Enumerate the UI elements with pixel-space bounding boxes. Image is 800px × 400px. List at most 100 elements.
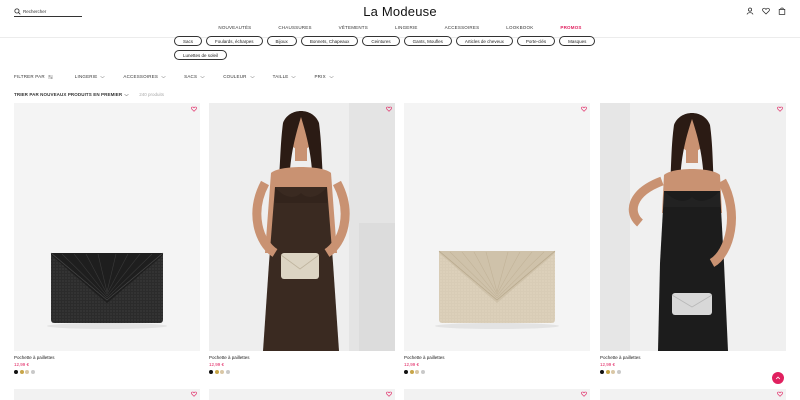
filter-prix[interactable]: PRIX xyxy=(314,74,334,79)
product-card[interactable]: Pochette à paillettes 12,99 € xyxy=(404,103,590,374)
nav-item-lingerie[interactable]: LINGERIE xyxy=(395,25,418,30)
chevron-down-icon xyxy=(249,75,255,78)
model-brown-dress-image xyxy=(209,103,395,351)
swatch-beige[interactable] xyxy=(220,370,224,374)
product-name[interactable]: Pochette à paillettes xyxy=(404,355,590,360)
add-to-wishlist-heart-icon[interactable] xyxy=(386,391,392,397)
product-name[interactable]: Pochette à paillettes xyxy=(600,355,786,360)
filter-lingerie[interactable]: LINGERIE xyxy=(75,74,106,79)
filter-bar: FILTRER PAR LINGERIE ACCESSOIRES SACS CO… xyxy=(14,74,352,79)
chip-bijoux[interactable]: Bijoux xyxy=(266,36,297,46)
chip-masques[interactable]: Masques xyxy=(559,36,596,46)
add-to-wishlist-heart-icon[interactable] xyxy=(777,391,783,397)
product-image-model-brown-dress[interactable] xyxy=(209,103,395,351)
add-to-wishlist-heart-icon[interactable] xyxy=(191,106,197,112)
chevron-down-icon xyxy=(161,75,166,78)
swatch-black[interactable] xyxy=(404,370,408,374)
gold-clutch-image xyxy=(435,250,559,329)
swatch-black[interactable] xyxy=(600,370,604,374)
swatch-beige[interactable] xyxy=(415,370,419,374)
scroll-to-top-button[interactable] xyxy=(772,372,784,384)
add-to-wishlist-heart-icon[interactable] xyxy=(191,391,197,397)
model-black-dress-image xyxy=(600,103,786,351)
product-card-partial[interactable] xyxy=(14,389,200,400)
nav-item-accessoires[interactable]: ACCESSOIRES xyxy=(445,25,480,30)
filter-sliders-icon xyxy=(47,74,53,79)
site-logo[interactable]: La Modeuse xyxy=(0,4,800,19)
product-count: 240 produits xyxy=(139,92,165,97)
product-card[interactable]: Pochette à paillettes 12,99 € xyxy=(209,103,395,374)
product-name[interactable]: Pochette à paillettes xyxy=(209,355,395,360)
filter-sacs-label: SACS xyxy=(184,74,198,79)
filter-lingerie-label: LINGERIE xyxy=(74,74,98,79)
nav-item-vetements[interactable]: VÊTEMENTS xyxy=(339,25,368,30)
chip-lunettes[interactable]: Lunettes de soleil xyxy=(174,50,228,60)
product-price: 12,99 € xyxy=(404,362,420,367)
filter-accessoires-label: ACCESSOIRES xyxy=(123,74,159,79)
add-to-wishlist-heart-icon[interactable] xyxy=(777,106,783,112)
chevron-down-icon xyxy=(200,75,205,78)
swatch-black[interactable] xyxy=(209,370,213,374)
swatch-beige[interactable] xyxy=(25,370,29,374)
chip-bonnets[interactable]: Bonnets, Chapeaux xyxy=(300,36,359,46)
shopping-bag-icon[interactable] xyxy=(778,7,786,15)
swatch-silver[interactable] xyxy=(616,370,621,374)
chip-sacs[interactable]: Sacs xyxy=(174,36,203,46)
main-nav: NOUVEAUTÉS CHAUSSURES VÊTEMENTS LINGERIE… xyxy=(0,25,800,30)
product-price: 12,99 € xyxy=(14,362,30,367)
chip-gants[interactable]: Gants, Moufles xyxy=(403,36,452,46)
product-card-partial[interactable] xyxy=(404,389,590,400)
nav-item-chaussures[interactable]: CHAUSSURES xyxy=(278,25,311,30)
product-price: 12,99 € xyxy=(600,362,616,367)
chip-foulards[interactable]: Foulards, écharpes xyxy=(206,36,263,46)
chip-ceintures[interactable]: Ceintures xyxy=(362,36,400,46)
swatch-silver[interactable] xyxy=(420,370,425,374)
filter-by-label: FILTRER PAR xyxy=(14,74,45,79)
product-card-partial[interactable] xyxy=(209,389,395,400)
account-icon[interactable] xyxy=(746,7,754,15)
filter-taille[interactable]: TAILLE xyxy=(273,74,297,79)
sort-bar: TRIER PAR NOUVEAUX PRODUITS EN PREMIER 2… xyxy=(14,92,164,97)
nav-item-promos[interactable]: PROMOS xyxy=(560,25,581,30)
product-image-gold-clutch[interactable] xyxy=(404,103,590,351)
sort-dropdown[interactable]: TRIER PAR NOUVEAUX PRODUITS EN PREMIER xyxy=(14,92,129,97)
color-swatches xyxy=(209,370,395,374)
filter-couleur[interactable]: COULEUR xyxy=(223,74,255,79)
chip-articles-cheveux[interactable]: Articles de cheveux xyxy=(455,36,513,46)
swatch-gold[interactable] xyxy=(214,370,219,374)
product-image-black-clutch[interactable] xyxy=(14,103,200,351)
swatch-black[interactable] xyxy=(14,370,18,374)
swatch-beige[interactable] xyxy=(611,370,615,374)
product-price: 12,99 € xyxy=(209,362,225,367)
filter-accessoires[interactable]: ACCESSOIRES xyxy=(123,74,166,79)
filter-sacs[interactable]: SACS xyxy=(184,74,205,79)
add-to-wishlist-heart-icon[interactable] xyxy=(386,106,392,112)
chip-porte-cles[interactable]: Porte-clés xyxy=(516,36,556,46)
swatch-gold[interactable] xyxy=(409,370,414,374)
product-name[interactable]: Pochette à paillettes xyxy=(14,355,200,360)
chevron-down-icon xyxy=(329,75,334,78)
filter-couleur-label: COULEUR xyxy=(223,74,247,79)
add-to-wishlist-heart-icon[interactable] xyxy=(581,391,587,397)
swatch-silver[interactable] xyxy=(225,370,230,374)
color-swatches xyxy=(600,370,786,374)
wishlist-heart-icon[interactable] xyxy=(762,7,770,15)
chevron-down-icon xyxy=(124,93,129,96)
sort-label: TRIER PAR NOUVEAUX PRODUITS EN PREMIER xyxy=(14,92,123,97)
nav-item-lookbook[interactable]: LOOKBOOK xyxy=(506,25,533,30)
filter-by-button[interactable]: FILTRER PAR xyxy=(14,74,53,79)
product-card[interactable]: Pochette à paillettes 12,99 € xyxy=(14,103,200,374)
add-to-wishlist-heart-icon[interactable] xyxy=(581,106,587,112)
nav-item-nouveautes[interactable]: NOUVEAUTÉS xyxy=(218,25,251,30)
category-chips: Sacs Foulards, écharpes Bijoux Bonnets, … xyxy=(174,36,624,60)
product-card[interactable]: Pochette à paillettes 12,99 € xyxy=(600,103,786,374)
chevron-down-icon xyxy=(100,75,106,78)
chevron-down-icon xyxy=(291,75,297,78)
swatch-silver[interactable] xyxy=(30,370,35,374)
black-clutch-image xyxy=(47,252,167,329)
product-card-partial[interactable] xyxy=(600,389,786,400)
swatch-gold[interactable] xyxy=(605,370,610,374)
product-image-model-black-dress[interactable] xyxy=(600,103,786,351)
filter-prix-label: PRIX xyxy=(314,74,326,79)
swatch-gold[interactable] xyxy=(19,370,24,374)
